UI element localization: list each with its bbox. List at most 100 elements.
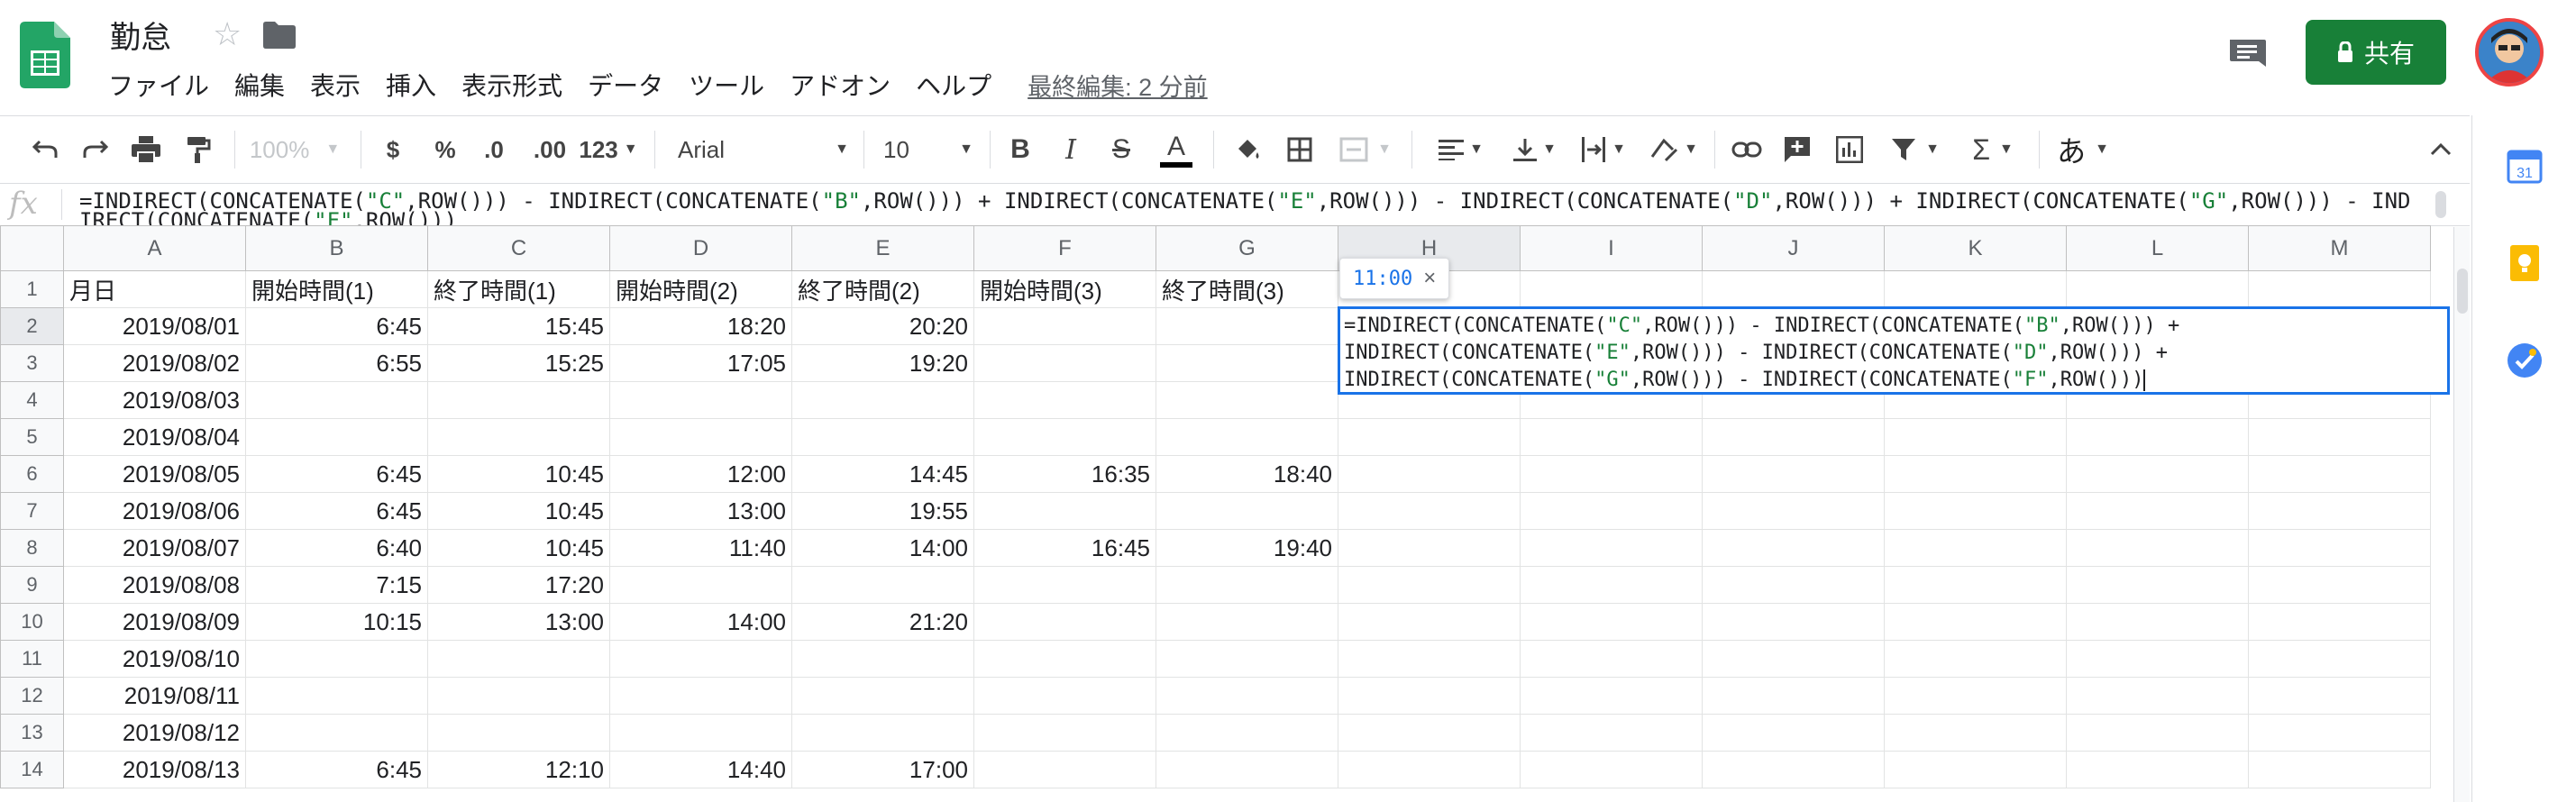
cell-i12[interactable] — [1520, 677, 1703, 715]
cell-d11[interactable] — [609, 640, 792, 678]
row-header[interactable]: 14 — [0, 751, 64, 788]
cell-d14[interactable]: 14:40 — [609, 751, 792, 788]
insert-chart-icon[interactable] — [1830, 116, 1869, 183]
cell-j9[interactable] — [1702, 566, 1885, 604]
undo-icon[interactable] — [25, 116, 65, 183]
fill-color-icon[interactable] — [1228, 116, 1267, 183]
cell-c9[interactable]: 17:20 — [427, 566, 610, 604]
cell-l12[interactable] — [2066, 677, 2249, 715]
cell-g7[interactable] — [1156, 492, 1338, 530]
row-header[interactable]: 1 — [0, 270, 64, 308]
cell-e10[interactable]: 21:20 — [791, 603, 974, 641]
cell-l9[interactable] — [2066, 566, 2249, 604]
row-header[interactable]: 11 — [0, 640, 64, 678]
cell-i6[interactable] — [1520, 455, 1703, 493]
cell-a9[interactable]: 2019/08/08 — [63, 566, 246, 604]
menu-format[interactable]: 表示形式 — [461, 67, 562, 103]
cell-j7[interactable] — [1702, 492, 1885, 530]
cell-d12[interactable] — [609, 677, 792, 715]
column-header-f[interactable]: F — [973, 225, 1156, 271]
cell-f11[interactable] — [973, 640, 1156, 678]
cell-m6[interactable] — [2248, 455, 2431, 493]
cell-c8[interactable]: 10:45 — [427, 529, 610, 567]
merge-cells-icon[interactable]: ▼ — [1332, 116, 1399, 183]
cell-k5[interactable] — [1884, 418, 2067, 456]
cell-m5[interactable] — [2248, 418, 2431, 456]
cell-d4[interactable] — [609, 381, 792, 419]
cell-a13[interactable]: 2019/08/12 — [63, 714, 246, 752]
cell-j1[interactable] — [1702, 270, 1885, 308]
cell-d6[interactable]: 12:00 — [609, 455, 792, 493]
cell-b6[interactable]: 6:45 — [245, 455, 428, 493]
folder-icon[interactable] — [263, 22, 296, 49]
column-header-g[interactable]: G — [1156, 225, 1338, 271]
cell-l10[interactable] — [2066, 603, 2249, 641]
borders-icon[interactable] — [1280, 116, 1320, 183]
star-icon[interactable]: ☆ — [213, 18, 242, 50]
cell-j12[interactable] — [1702, 677, 1885, 715]
cell-i10[interactable] — [1520, 603, 1703, 641]
last-edit-link[interactable]: 最終編集: 2 分前 — [1028, 68, 1208, 103]
cell-g3[interactable] — [1156, 344, 1338, 382]
cell-b5[interactable] — [245, 418, 428, 456]
cell-a12[interactable]: 2019/08/11 — [63, 677, 246, 715]
cell-a11[interactable]: 2019/08/10 — [63, 640, 246, 678]
cell-e8[interactable]: 14:00 — [791, 529, 974, 567]
cell-h13[interactable] — [1338, 714, 1521, 752]
cell-k7[interactable] — [1884, 492, 2067, 530]
column-header-l[interactable]: L — [2066, 225, 2249, 271]
cell-j10[interactable] — [1702, 603, 1885, 641]
column-header-c[interactable]: C — [427, 225, 610, 271]
cell-i5[interactable] — [1520, 418, 1703, 456]
cell-i9[interactable] — [1520, 566, 1703, 604]
column-header-d[interactable]: D — [609, 225, 792, 271]
cell-e2[interactable]: 20:20 — [791, 307, 974, 345]
cell-i1[interactable] — [1520, 270, 1703, 308]
row-header[interactable]: 7 — [0, 492, 64, 530]
menu-insert[interactable]: 挿入 — [386, 67, 436, 103]
functions-icon[interactable]: Σ ▼ — [1961, 116, 2024, 183]
cell-i7[interactable] — [1520, 492, 1703, 530]
cell-k9[interactable] — [1884, 566, 2067, 604]
cell-b1[interactable]: 開始時間(1) — [245, 270, 428, 308]
cell-g11[interactable] — [1156, 640, 1338, 678]
percent-format-button[interactable]: % — [429, 116, 461, 183]
bold-button[interactable]: B — [1004, 116, 1037, 183]
cell-l7[interactable] — [2066, 492, 2249, 530]
row-header[interactable]: 5 — [0, 418, 64, 456]
insert-link-icon[interactable] — [1727, 116, 1767, 183]
row-header[interactable]: 4 — [0, 381, 64, 419]
cell-e9[interactable] — [791, 566, 974, 604]
cell-d2[interactable]: 18:20 — [609, 307, 792, 345]
cell-c2[interactable]: 15:45 — [427, 307, 610, 345]
cell-f2[interactable] — [973, 307, 1156, 345]
cell-e1[interactable]: 終了時間(2) — [791, 270, 974, 308]
column-header-m[interactable]: M — [2248, 225, 2431, 271]
cell-k14[interactable] — [1884, 751, 2067, 788]
cell-f4[interactable] — [973, 381, 1156, 419]
cell-m9[interactable] — [2248, 566, 2431, 604]
cell-g5[interactable] — [1156, 418, 1338, 456]
cell-a7[interactable]: 2019/08/06 — [63, 492, 246, 530]
font-family-select[interactable]: Arial ▼ — [678, 116, 849, 183]
row-header[interactable]: 3 — [0, 344, 64, 382]
cell-f6[interactable]: 16:35 — [973, 455, 1156, 493]
cell-d9[interactable] — [609, 566, 792, 604]
row-header[interactable]: 8 — [0, 529, 64, 567]
cell-g13[interactable] — [1156, 714, 1338, 752]
cell-e14[interactable]: 17:00 — [791, 751, 974, 788]
cell-c3[interactable]: 15:25 — [427, 344, 610, 382]
cell-b11[interactable] — [245, 640, 428, 678]
chevron-up-icon[interactable] — [2423, 116, 2459, 183]
cell-d3[interactable]: 17:05 — [609, 344, 792, 382]
cell-m1[interactable] — [2248, 270, 2431, 308]
cell-g4[interactable] — [1156, 381, 1338, 419]
row-header[interactable]: 9 — [0, 566, 64, 604]
cell-m8[interactable] — [2248, 529, 2431, 567]
cell-l8[interactable] — [2066, 529, 2249, 567]
cell-b2[interactable]: 6:45 — [245, 307, 428, 345]
cell-a10[interactable]: 2019/08/09 — [63, 603, 246, 641]
cell-f9[interactable] — [973, 566, 1156, 604]
cell-k11[interactable] — [1884, 640, 2067, 678]
cell-l13[interactable] — [2066, 714, 2249, 752]
